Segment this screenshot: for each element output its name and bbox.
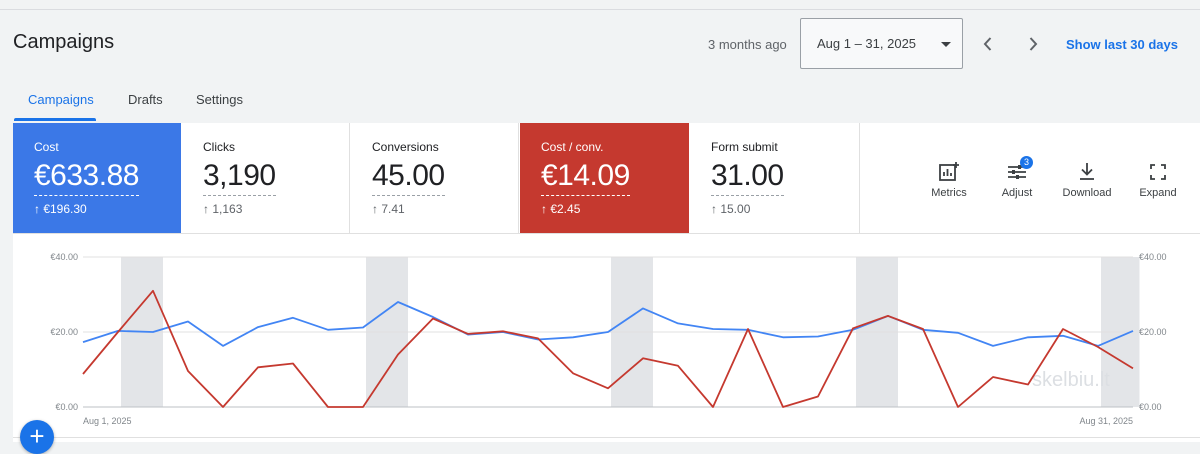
expand-icon [1146, 160, 1170, 184]
top-divider [0, 9, 1200, 10]
download-icon [1075, 160, 1099, 184]
expand-button[interactable]: Expand [1128, 160, 1188, 199]
page-title: Campaigns [13, 31, 115, 53]
scorecard-delta: ↑ €196.30 [34, 202, 87, 216]
adjust-badge: 3 [1020, 156, 1033, 169]
scorecard-value: 3,190 [203, 159, 276, 196]
scorecard-cost-per-conversion[interactable]: Cost / conv. €14.09 ↑ €2.45 [520, 123, 689, 233]
plus-icon: + [29, 421, 45, 451]
scorecard-value: 31.00 [711, 159, 784, 196]
chevron-right-icon [1029, 37, 1038, 51]
next-period-button[interactable] [1022, 33, 1044, 55]
y-tick-right: €20.00 [1139, 327, 1167, 337]
x-tick-end: Aug 31, 2025 [1079, 416, 1133, 426]
tab-drafts[interactable]: Drafts [128, 92, 163, 107]
scorecard-label: Form submit [711, 140, 778, 154]
adjust-button[interactable]: 3 Adjust [987, 156, 1047, 199]
dropdown-caret-icon [941, 42, 951, 47]
chevron-left-icon [983, 37, 992, 51]
scorecard-delta: ↑ 15.00 [711, 202, 751, 216]
x-tick-start: Aug 1, 2025 [83, 416, 132, 426]
scorecard-value: €633.88 [34, 159, 139, 196]
previous-period-button[interactable] [977, 33, 999, 55]
show-last-30-days-link[interactable]: Show last 30 days [1066, 37, 1178, 52]
metrics-label: Metrics [931, 187, 967, 199]
active-tab-indicator [14, 118, 96, 121]
expand-label: Expand [1139, 187, 1177, 199]
performance-chart: €40.00 €20.00 €0.00 €40.00 €20.00 €0.00 Aug 1,… [50, 252, 1167, 426]
y-tick-left: €0.00 [55, 402, 78, 412]
metrics-icon [937, 160, 961, 184]
metrics-button[interactable]: Metrics [919, 160, 979, 199]
series-line-1 [82, 301, 1134, 347]
watermark-text: skelbiu.lt [1032, 369, 1110, 391]
bottom-divider [13, 437, 1200, 438]
scorecard-label: Clicks [203, 140, 235, 154]
y-tick-right: €40.00 [1139, 252, 1167, 262]
scorecard-form-submit[interactable]: Form submit 31.00 ↑ 15.00 [690, 123, 860, 233]
add-button[interactable]: + [20, 420, 54, 454]
date-range-value: Aug 1 – 31, 2025 [817, 36, 917, 51]
download-button[interactable]: Download [1057, 160, 1117, 199]
scorecard-delta: ↑ 7.41 [372, 202, 405, 216]
series-line-2 [82, 289, 1134, 408]
date-range-select[interactable]: Aug 1 – 31, 2025 [800, 18, 963, 69]
scorecard-value: €14.09 [541, 159, 630, 196]
download-label: Download [1062, 187, 1112, 199]
scorecard-label: Conversions [372, 140, 439, 154]
y-tick-left: €40.00 [50, 252, 78, 262]
adjust-icon: 3 [1005, 156, 1033, 184]
scorecard-clicks[interactable]: Clicks 3,190 ↑ 1,163 [182, 123, 350, 233]
relative-time-label: 3 months ago [708, 37, 787, 52]
tab-campaigns[interactable]: Campaigns [28, 92, 94, 107]
scorecard-delta: ↑ 1,163 [203, 202, 243, 216]
y-tick-right: €0.00 [1139, 402, 1162, 412]
y-tick-left: €20.00 [50, 327, 78, 337]
tab-settings[interactable]: Settings [196, 92, 243, 107]
scorecard-conversions[interactable]: Conversions 45.00 ↑ 7.41 [351, 123, 519, 233]
scorecard-cost[interactable]: Cost €633.88 ↑ €196.30 [13, 123, 181, 233]
scorecard-value: 45.00 [372, 159, 445, 196]
scorecard-delta: ↑ €2.45 [541, 202, 581, 216]
scorecard-divider [13, 233, 1200, 234]
scorecard-label: Cost / conv. [541, 140, 604, 154]
scorecard-label: Cost [34, 140, 59, 154]
adjust-label: Adjust [1001, 187, 1033, 199]
